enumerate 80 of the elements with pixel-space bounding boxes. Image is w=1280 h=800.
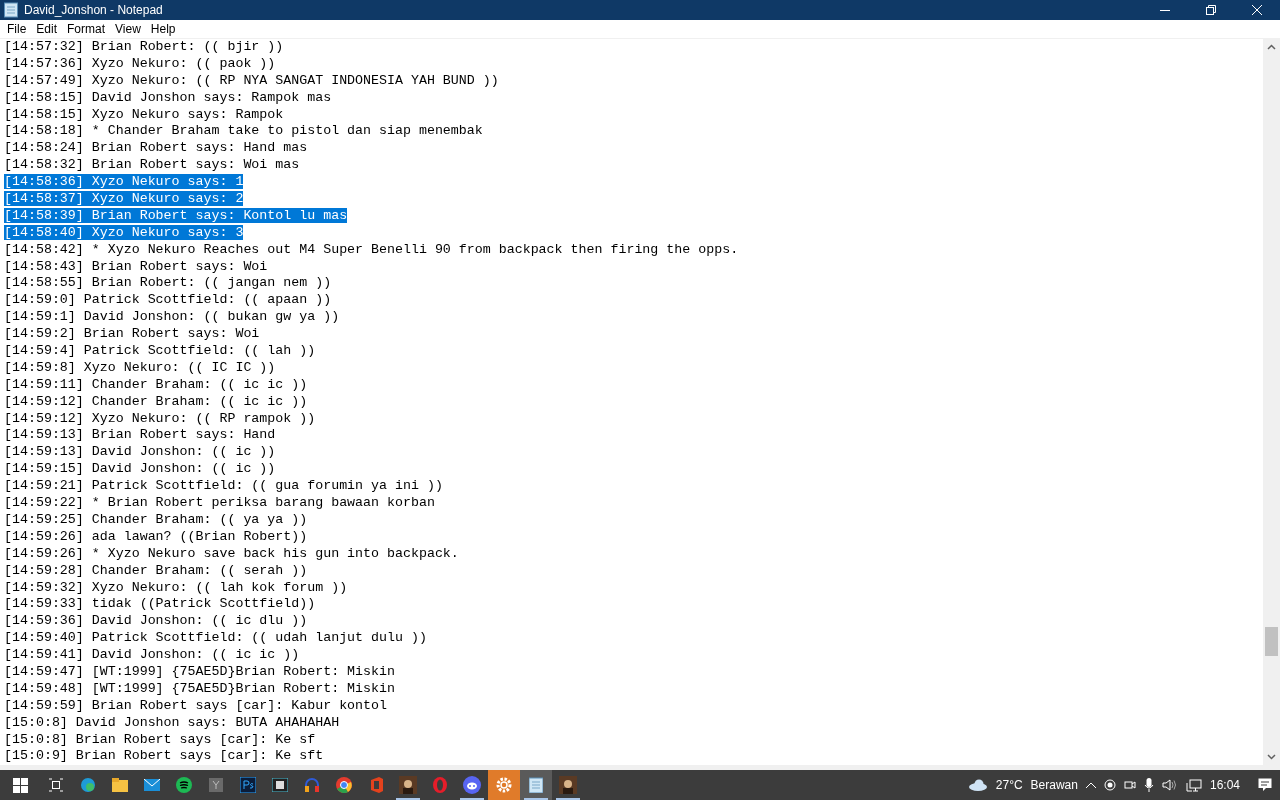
menu-item[interactable]: View [110,22,146,36]
browser-icon [336,777,352,793]
letter-icon [209,778,223,792]
windows-logo-icon [12,777,28,793]
settings-icon [496,777,512,793]
text-line: [14:59:28] Chander Braham: (( serah )) [4,562,308,578]
menu-item[interactable]: Edit [31,22,63,36]
game-icon [559,776,577,794]
text-line: [14:59:21] Patrick Scottfield: (( gua forumin ya ini )) [4,478,443,494]
microphone-icon[interactable] [1143,778,1154,792]
text-line: [14:59:47] [WT:1999] {75AE5D}Brian Robert: Miskin [4,663,395,679]
folder-icon [112,778,128,792]
network-icon[interactable] [1185,778,1202,792]
cloud-icon [967,779,988,791]
text-line: [14:59:13] David Jonshon: (( ic )) [4,444,276,460]
text-line: [14:59:15] David Jonshon: (( ic )) [4,461,276,477]
text-line: [14:59:22] * Brian Robert periksa barang bawaan korban [4,495,435,511]
camera-icon[interactable] [1123,779,1136,791]
text-line: [14:59:48] [WT:1999] {75AE5D}Brian Robert: Miskin [4,680,395,696]
text-line: [14:59:41] David Jonshon: (( ic ic )) [4,647,300,663]
text-line: [14:57:36] Xyzo Nekuro: (( paok )) [4,55,276,71]
speaker-icon[interactable] [1161,779,1178,791]
text-line: [14:58:43] Brian Robert says: Woi [4,258,268,274]
text-line: [15:0:9] Brian Robert says [car]: Ke sft [4,748,324,764]
text-line: [14:59:4] Patrick Scottfield: (( lah )) [4,343,316,359]
menu-item[interactable]: Help [145,22,181,36]
photoshop-icon [240,777,256,793]
text-line: [14:59:1] David Jonshon: (( bukan gw ya )) [4,309,340,325]
minimize-icon [1160,9,1170,11]
envelope-icon [144,779,160,791]
edge-icon [80,777,96,793]
text-line: [14:59:13] Brian Robert says: Hand [4,427,276,443]
text-line: [14:59:36] David Jonshon: (( ic dlu )) [4,613,308,629]
close-icon [1252,5,1262,15]
menu-item[interactable]: Format [62,22,111,36]
notification-icon[interactable] [1258,778,1272,792]
text-line: [14:59:11] Chander Braham: (( ic ic )) [4,376,308,392]
text-line: [14:58:55] Brian Robert: (( jangan nem )) [4,275,332,291]
text-line: [15:0:8] Brian Robert says [car]: Ke sf [4,731,316,747]
window-title: David_Jonshon - Notepad [24,3,164,17]
chat-icon [463,776,481,794]
opera-icon [432,777,448,793]
text-line: [14:58:15] David Jonshon says: Rampok mas [4,89,332,105]
text-line: [14:59:8] Xyzo Nekuro: (( IC IC )) [4,359,276,375]
record-icon[interactable] [1103,779,1116,791]
text-line: [14:59:26] ada lawan? ((Brian Robert)) [4,528,308,544]
scrollbar-thumb[interactable] [1265,627,1278,656]
text-line: [14:58:15] Xyzo Nekuro says: Rampok [4,106,284,122]
chevron-up-icon[interactable] [1085,782,1096,788]
task-view-icon [49,778,63,792]
text-line: [14:59:33] tidak ((Patrick Scottfield)) [4,596,316,612]
text-line: [15:0:8] David Jonshon says: BUTA AHAHAHAH [4,714,340,730]
text-line: [14:59:26] * Xyzo Nekuro save back his gun into backpack. [4,545,459,561]
game-icon [399,776,417,794]
office-icon [369,777,383,793]
film-icon [272,778,288,792]
weather-condition[interactable]: Berawan [1030,778,1078,792]
text-line: [14:57:49] Xyzo Nekuro: (( RP NYA SANGAT INDONESIA YAH BUND )) [4,72,499,88]
menu-item[interactable]: File [2,22,32,36]
text-line: [14:59:0] Patrick Scottfield: (( apaan )) [4,292,332,308]
text-line: [14:57:32] Brian Robert: (( bjir )) [4,39,284,54]
notepad-icon [4,2,18,18]
restore-icon [1206,5,1216,15]
text-line: [14:58:18] * Chander Braham take to pistol dan siap menembak [4,123,483,139]
text-line: [14:59:59] Brian Robert says [car]: Kabur kontol [4,697,387,713]
text-line: [14:59:25] Chander Braham: (( ya ya )) [4,511,308,527]
notepad-icon [529,777,543,793]
text-line: [14:59:32] Xyzo Nekuro: (( lah kok forum )) [4,579,348,595]
text-line: [14:58:42] * Xyzo Nekuro Reaches out M4 Super Benelli 90 from backpack then firing the opps. [4,241,739,257]
weather-temperature[interactable]: 27°C [995,778,1023,792]
taskbar-app-button[interactable] [520,770,552,800]
text-line: [14:59:2] Brian Robert says: Woi [4,326,260,342]
text-line: [14:59:40] Patrick Scottfield: (( udah lanjut dulu )) [4,630,427,646]
music-icon [176,777,192,793]
headphones-icon [304,777,320,793]
text-line: [14:58:32] Brian Robert says: Woi mas [4,157,300,173]
text-line: [14:59:12] Xyzo Nekuro: (( RP rampok )) [4,410,316,426]
text-line: [14:59:12] Chander Braham: (( ic ic )) [4,393,308,409]
clock[interactable]: 16:04 [1209,778,1240,792]
text-line: [14:58:24] Brian Robert says: Hand mas [4,140,308,156]
